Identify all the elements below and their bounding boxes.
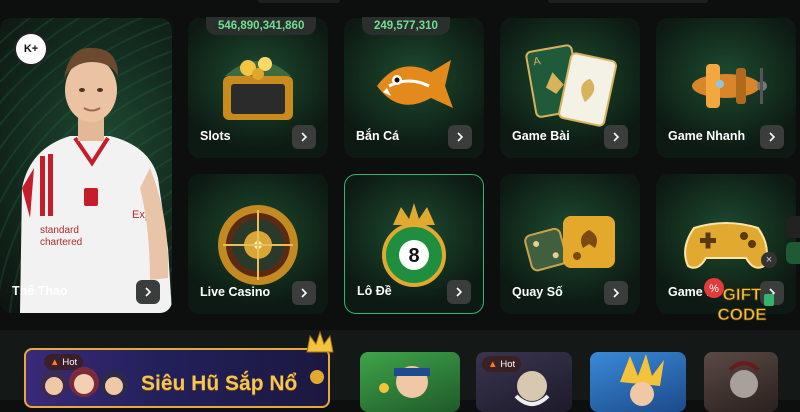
hot-badge: ▲ Hot (482, 356, 522, 372)
card-label: Slots (200, 129, 231, 143)
coin-icon (310, 370, 324, 384)
dice-icon (524, 216, 615, 272)
game-thumbnail[interactable] (360, 352, 460, 412)
chevron-right-icon[interactable] (604, 281, 628, 305)
card-label: Quay Số (512, 285, 563, 299)
lottery-ball-icon: 8 (382, 203, 446, 287)
card-label: Game Bài (512, 129, 570, 143)
topbar-fragment (258, 0, 340, 3)
roulette-icon (218, 205, 298, 285)
card-quay-so[interactable]: Quay Số (500, 174, 640, 314)
chevron-right-icon[interactable] (292, 281, 316, 305)
promo-title: Siêu Hũ Sắp Nổ (141, 372, 298, 395)
svg-text:CODE: CODE (717, 305, 766, 324)
chat-icon[interactable] (786, 216, 800, 238)
gamepad-icon (684, 222, 768, 269)
treasure-chest-icon (223, 57, 293, 120)
gift-code-widget[interactable]: % GIFT CODE (702, 276, 778, 328)
card-slots[interactable]: Slots (188, 18, 328, 158)
svg-text:standard: standard (40, 225, 79, 236)
support-icon[interactable] (786, 242, 800, 264)
jackpot-counter: 249,577,310 (362, 17, 450, 35)
fish-icon (377, 60, 453, 108)
card-label: Game Nhanh (668, 129, 746, 143)
card-label: Bắn Cá (356, 129, 400, 143)
chevron-right-icon[interactable] (760, 125, 784, 149)
chevron-right-icon[interactable] (448, 125, 472, 149)
card-label: Lô Đề (357, 284, 392, 298)
card-label: Live Casino (200, 285, 271, 299)
close-icon[interactable]: × (761, 252, 777, 268)
svg-text:8: 8 (408, 245, 419, 267)
card-ban-ca[interactable]: Bắn Cá (344, 18, 484, 158)
playing-cards-icon: A (525, 44, 618, 127)
svg-text:GIFT: GIFT (723, 285, 762, 304)
chevron-right-icon[interactable] (136, 280, 160, 304)
chevron-right-icon[interactable] (604, 125, 628, 149)
card-live-casino[interactable]: Live Casino (188, 174, 328, 314)
card-lo-de[interactable]: 8 Lô Đề (344, 174, 484, 314)
jackpot-counter: 546,890,341,860 (206, 17, 317, 35)
card-label: Thể Thao (12, 284, 68, 298)
fire-icon: ▲ (488, 358, 498, 370)
svg-text:%: % (709, 283, 719, 295)
airplane-icon (692, 64, 767, 108)
promo-banner[interactable]: ▲ Hot Siêu Hũ Sắp Nổ (24, 348, 330, 408)
sports-card[interactable]: K+ standard chartered Exped Thể Thao (0, 18, 172, 313)
crown-icon (306, 330, 334, 353)
card-game-bai[interactable]: A Game Bài (500, 18, 640, 158)
player-figure: standard chartered Exped (20, 47, 172, 313)
chevron-right-icon[interactable] (292, 125, 316, 149)
card-game-nhanh[interactable]: Game Nhanh (656, 18, 796, 158)
chevron-right-icon[interactable] (447, 280, 471, 304)
game-thumbnail[interactable]: ▲ Hot (476, 352, 572, 412)
game-thumbnail[interactable] (590, 352, 686, 412)
topbar-fragment (548, 0, 708, 3)
game-thumbnail[interactable] (704, 352, 778, 412)
svg-text:chartered: chartered (40, 237, 82, 248)
